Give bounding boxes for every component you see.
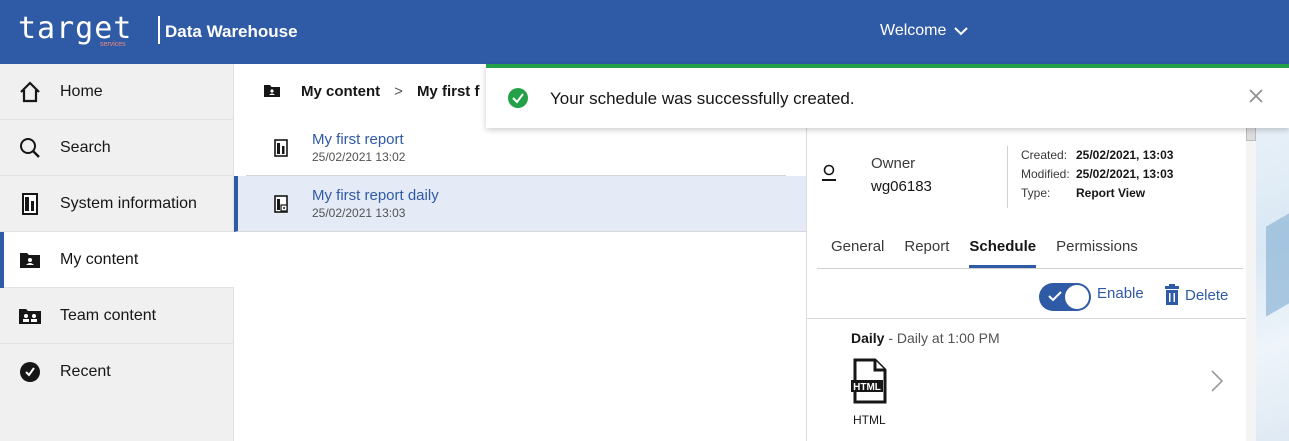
- breadcrumb-current[interactable]: My first f: [417, 83, 480, 100]
- sidebar-item-label: My content: [60, 251, 139, 268]
- welcome-menu[interactable]: Welcome: [880, 22, 969, 40]
- target-logo[interactable]: target services: [18, 12, 160, 52]
- checkmark-icon: [1048, 291, 1062, 302]
- divider: [1007, 146, 1008, 208]
- report-view-icon: [274, 194, 288, 213]
- divider: [807, 318, 1247, 319]
- scrollbar[interactable]: [1246, 125, 1256, 441]
- type-label: Type:: [1021, 186, 1051, 200]
- logo-separator: [158, 16, 160, 44]
- schedule-description: - Daily at 1:00 PM: [884, 330, 1000, 346]
- tab-general[interactable]: General: [831, 238, 884, 266]
- team-folder-icon: [18, 304, 42, 328]
- item-name[interactable]: My first report daily: [312, 187, 439, 204]
- owner-value: wg06183: [871, 178, 932, 195]
- modified-label: Modified:: [1021, 167, 1070, 181]
- html-icon-text: HTML: [853, 382, 881, 393]
- sidebar-item-label: Recent: [60, 363, 111, 380]
- sidebar-item-team-content[interactable]: Team content: [0, 288, 234, 344]
- tabs-divider: [817, 268, 1243, 269]
- sidebar-item-label: System information: [60, 195, 197, 212]
- content-list: My first report 25/02/2021 13:02 My firs…: [234, 120, 806, 232]
- toggle-knob: [1065, 285, 1089, 309]
- modified-value: 25/02/2021, 13:03: [1076, 167, 1174, 181]
- owner-label: Owner: [871, 155, 916, 172]
- item-date: 25/02/2021 13:03: [312, 205, 406, 220]
- created-label: Created:: [1021, 148, 1068, 162]
- app-title: Data Warehouse: [165, 22, 298, 41]
- sidebar-item-search[interactable]: Search: [0, 120, 234, 176]
- success-toast: Your schedule was successfully created.: [486, 64, 1289, 128]
- close-icon[interactable]: [1248, 88, 1264, 104]
- sidebar-item-label: Team content: [60, 307, 157, 324]
- folder-icon: [264, 85, 280, 97]
- sidebar-item-home[interactable]: Home: [0, 64, 234, 120]
- delete-label: Delete: [1185, 286, 1229, 304]
- html-file-icon: HTML: [851, 358, 887, 404]
- chevron-right-icon[interactable]: [1211, 370, 1223, 392]
- schedule-frequency: Daily: [851, 330, 885, 346]
- breadcrumb-separator: >: [394, 82, 403, 100]
- schedule-summary[interactable]: Daily - Daily at 1:00 PM: [851, 330, 1000, 346]
- sidebar-item-label: Search: [60, 139, 111, 156]
- user-icon: [822, 164, 836, 181]
- home-icon: [18, 80, 42, 104]
- sidebar-item-label: Home: [60, 83, 103, 100]
- sidebar: Home Search System information My conten…: [0, 64, 234, 441]
- clock-icon: [18, 360, 42, 384]
- breadcrumb-my-content[interactable]: My content: [301, 83, 380, 100]
- enable-toggle[interactable]: [1039, 283, 1091, 311]
- background-decoration: [1256, 118, 1289, 441]
- sidebar-item-system-information[interactable]: System information: [0, 176, 234, 232]
- tab-schedule[interactable]: Schedule: [969, 238, 1036, 268]
- item-date: 25/02/2021 13:02: [312, 149, 406, 164]
- folder-icon: [18, 248, 42, 272]
- report-icon: [18, 192, 42, 216]
- toast-message: Your schedule was successfully created.: [550, 89, 855, 108]
- list-item[interactable]: My first report 25/02/2021 13:02: [246, 120, 786, 176]
- metadata: Created: 25/02/2021, 13:03 Modified: 25/02…: [1021, 146, 1173, 203]
- type-value: Report View: [1076, 186, 1146, 200]
- item-name[interactable]: My first report: [312, 131, 405, 148]
- delete-button[interactable]: Delete: [1163, 284, 1228, 306]
- search-icon: [18, 136, 42, 160]
- success-check-icon: [508, 88, 528, 108]
- created-value: 25/02/2021, 13:03: [1076, 148, 1174, 162]
- sidebar-item-recent[interactable]: Recent: [0, 344, 234, 400]
- sidebar-item-my-content[interactable]: My content: [0, 232, 234, 288]
- chevron-down-icon: [954, 27, 969, 36]
- report-icon: [274, 138, 288, 157]
- logo-subtext: services: [100, 41, 126, 48]
- tab-report[interactable]: Report: [904, 238, 949, 266]
- welcome-label: Welcome: [880, 22, 947, 39]
- tab-permissions[interactable]: Permissions: [1056, 238, 1138, 266]
- format-label: HTML: [853, 413, 886, 427]
- trash-icon: [1165, 284, 1179, 305]
- properties-panel: Owner wg06183 Created: 25/02/2021, 13:03 …: [806, 118, 1247, 441]
- tabs: General Report Schedule Permissions: [831, 238, 1158, 268]
- enable-label[interactable]: Enable: [1097, 285, 1144, 302]
- list-item[interactable]: My first report daily 25/02/2021 13:03: [234, 176, 806, 232]
- top-bar: target services Data Warehouse Welcome: [0, 0, 1289, 64]
